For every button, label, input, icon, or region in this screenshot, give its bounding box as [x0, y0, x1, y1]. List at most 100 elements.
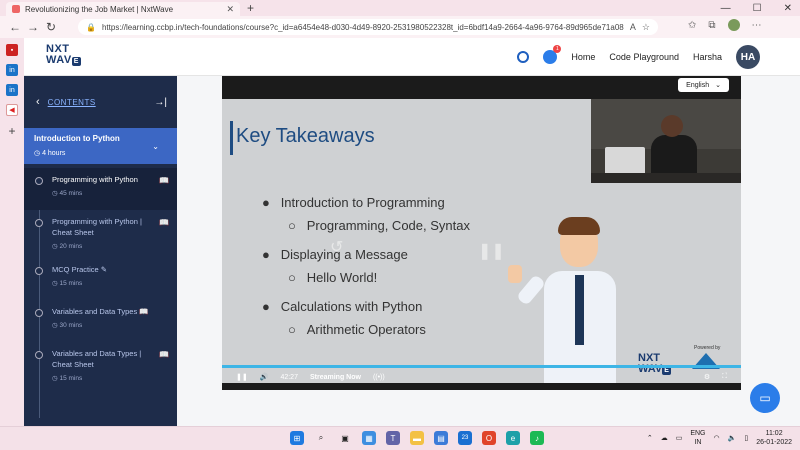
battery-status-icon[interactable]: ▯	[744, 434, 748, 442]
office-icon[interactable]: O	[482, 431, 496, 445]
book-icon: 📖	[139, 307, 149, 316]
linkedin-icon[interactable]: in	[6, 84, 18, 96]
back-chevron-icon[interactable]: ‹	[36, 96, 40, 108]
chevron-down-icon[interactable]: ⌄	[152, 142, 159, 151]
collapse-sidebar-icon[interactable]: →|	[154, 97, 167, 108]
lesson-item[interactable]: Variables and Data Types 📖 ◷ 30 mins	[24, 300, 177, 342]
lesson-title: Programming with Python | Cheat Sheet	[52, 217, 142, 237]
edge-icon[interactable]: e	[506, 431, 520, 445]
lesson-item[interactable]: Programming with Python | Cheat Sheet ◷ …	[24, 210, 177, 258]
reader-icon[interactable]: A	[630, 22, 636, 32]
system-tray: ⌃ ☁ ▭ ENG IN ◠ 🔈 ▯ 11:02 26-01-2022	[647, 429, 792, 447]
cloud-icon[interactable]: ☁	[661, 434, 668, 442]
replay-icon[interactable]: ↺	[330, 237, 343, 257]
wifi-icon[interactable]: ◠	[714, 434, 720, 442]
streaming-label: Streaming Now	[309, 373, 361, 381]
code-playground-link[interactable]: Code Playground	[609, 52, 679, 62]
site-header: NXT WAV E 1 Home Code Playground Harsha H…	[24, 38, 800, 76]
chevron-down-icon: ⌄	[715, 82, 721, 89]
lesson-duration: ◷ 15 mins	[52, 280, 83, 287]
language-select[interactable]: English ⌄	[678, 78, 729, 92]
volume-icon[interactable]: 🔊	[260, 373, 269, 381]
clock[interactable]: 11:02 26-01-2022	[756, 429, 792, 447]
sub-bullet-item: ○ Programming, Code, Syntax	[288, 218, 470, 233]
store-icon[interactable]: ▤	[434, 431, 448, 445]
browser-toolbar: ← → ↻ 🔒 https://learning.ccbp.in/tech-fo…	[0, 16, 800, 38]
sidebar-app-icon[interactable]: ▪	[6, 44, 18, 56]
spotify-icon[interactable]: ♪	[530, 431, 544, 445]
chevron-up-icon[interactable]: ⌃	[647, 434, 653, 442]
browser-tab[interactable]: Revolutionizing the Job Market | NxtWave…	[6, 2, 240, 16]
lesson-item[interactable]: Variables and Data Types | Cheat Sheet ◷…	[24, 342, 177, 390]
back-icon[interactable]: ←	[6, 20, 24, 34]
minimize-icon[interactable]: —	[721, 3, 731, 14]
sub-bullet-item: ○ Arithmetic Operators	[288, 322, 426, 337]
settings-gear-icon[interactable]: ⚙	[704, 373, 710, 381]
speaker-icon[interactable]: 🔈	[728, 434, 737, 442]
pencil-icon: ✎	[100, 265, 108, 274]
maximize-icon[interactable]: ☐	[753, 3, 762, 14]
close-window-icon[interactable]: ✕	[784, 3, 792, 14]
lesson-status-icon	[35, 219, 43, 227]
notifications-icon[interactable]: 1	[543, 45, 562, 64]
video-time: 42:27	[280, 373, 298, 381]
task-view-icon[interactable]: ▣	[338, 431, 352, 445]
video-player[interactable]: English ⌄ Key Takeaways ● Introduction t…	[222, 76, 741, 390]
lesson-duration: ◷ 20 mins	[52, 243, 83, 250]
pause-overlay-icon[interactable]: ❚❚	[478, 241, 505, 261]
chat-support-button[interactable]: ▭	[750, 383, 780, 413]
address-bar[interactable]: 🔒 https://learning.ccbp.in/tech-foundati…	[78, 19, 658, 35]
favorite-star-icon[interactable]: ☆	[642, 22, 650, 33]
video-controls: ❚❚ 🔊 42:27 Streaming Now ((•)) ⚙ ⛶	[222, 367, 741, 387]
battery-icon[interactable]: ▭	[676, 434, 683, 442]
lesson-status-icon	[35, 177, 43, 185]
new-tab-icon[interactable]: +	[247, 1, 254, 15]
book-icon: 📖	[159, 218, 169, 227]
notification-badge: 1	[553, 45, 562, 53]
module-header[interactable]: Introduction to Python ◷ 4 hours ⌄	[24, 128, 177, 164]
lesson-item[interactable]: Programming with Python ◷ 45 mins 📖	[24, 168, 177, 210]
url-text: https://learning.ccbp.in/tech-foundation…	[101, 22, 624, 32]
browser-sidebar: ▪ in in ◀ +	[0, 38, 24, 426]
favorites-icon[interactable]: ✩	[688, 20, 696, 31]
speaker-icon[interactable]: ◀	[6, 104, 18, 116]
widgets-icon[interactable]: ▦	[362, 431, 376, 445]
teams-icon[interactable]: T	[386, 431, 400, 445]
lesson-item[interactable]: MCQ Practice ✎ ◷ 15 mins	[24, 258, 177, 300]
book-icon: 📖	[159, 176, 169, 185]
browser-right-buttons: ✩ ⧉ ⋯	[688, 19, 762, 31]
timer-icon[interactable]	[517, 51, 530, 63]
windows-start-icon[interactable]: ⊞	[290, 431, 304, 445]
add-sidebar-icon[interactable]: +	[8, 124, 15, 138]
lesson-duration: ◷ 30 mins	[52, 322, 83, 329]
avatar[interactable]: HA	[736, 45, 760, 69]
search-icon[interactable]: ⌕	[314, 431, 328, 445]
site-favicon-icon	[12, 5, 20, 13]
close-tab-icon[interactable]: ✕	[226, 4, 234, 15]
more-options-icon[interactable]: ⋯	[752, 20, 762, 31]
file-explorer-icon[interactable]: ▬	[410, 431, 424, 445]
collections-icon[interactable]: ⧉	[708, 20, 715, 31]
language-indicator[interactable]: ENG IN	[690, 429, 705, 447]
home-link[interactable]: Home	[571, 52, 595, 62]
pause-icon[interactable]: ❚❚	[236, 373, 248, 381]
profile-icon[interactable]	[727, 19, 740, 31]
forward-icon[interactable]: →	[24, 20, 42, 34]
linkedin-icon[interactable]: in	[6, 64, 18, 76]
fullscreen-icon[interactable]: ⛶	[722, 373, 727, 381]
tab-title: Revolutionizing the Job Market | NxtWave	[25, 4, 174, 14]
chat-icon: ▭	[759, 391, 771, 405]
contents-link[interactable]: CONTENTS	[48, 98, 96, 107]
module-title: Introduction to Python	[34, 134, 120, 143]
bullet-item: ● Calculations with Python	[262, 299, 423, 314]
sidebar-header: ‹ CONTENTS →|	[24, 76, 177, 128]
mail-icon[interactable]: 23	[458, 431, 472, 445]
lesson-status-icon	[35, 351, 43, 359]
sub-bullet-item: ○ Hello World!	[288, 270, 378, 285]
reload-icon[interactable]: ↻	[42, 20, 60, 34]
user-name[interactable]: Harsha	[693, 52, 722, 62]
bullet-item: ● Displaying a Message	[262, 247, 408, 262]
nxtwave-logo[interactable]: NXT WAV E	[46, 44, 84, 66]
slide-title: Key Takeaways	[236, 125, 375, 147]
lesson-title: Variables and Data Types | Cheat Sheet	[52, 349, 142, 369]
